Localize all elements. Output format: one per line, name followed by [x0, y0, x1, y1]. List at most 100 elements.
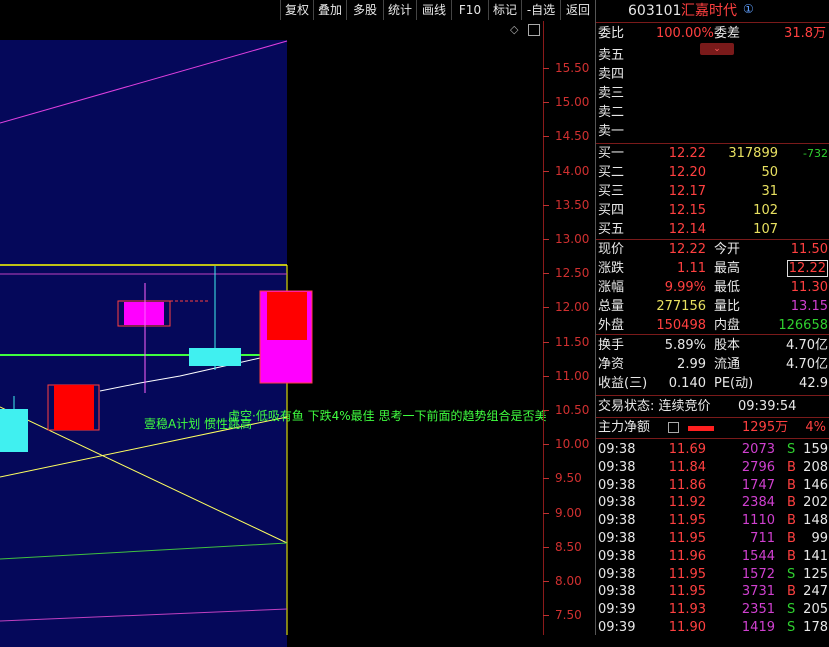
quote-value-2: 13.15 [790, 299, 828, 314]
tick-volume: 711 [750, 531, 775, 546]
tick-side: B [787, 459, 796, 475]
quote-row: 现价 12.22 今开 11.50 [596, 241, 829, 259]
tick-row: 09:38 11.95 3731 B 247 [596, 583, 829, 601]
buy-label: 买二 [598, 165, 625, 180]
tick-side: S [787, 602, 796, 618]
tick-row: 09:39 11.90 1419 S 178 [596, 619, 829, 637]
buy-volume: 107 [753, 222, 778, 237]
multi-stock-button[interactable]: 多股 [346, 0, 383, 20]
tick-price: 11.92 [668, 495, 706, 511]
candle-down-1 [0, 409, 28, 452]
buy-row[interactable]: 买五 12.14 107 [596, 221, 829, 239]
tick-side: B [787, 548, 796, 564]
tick-side: S [787, 566, 796, 582]
sell-row: 卖二 [596, 104, 829, 122]
price-tick-label: 7.50 [555, 608, 582, 623]
f10-button[interactable]: F10 [451, 0, 488, 20]
overlay-button[interactable]: 叠加 [313, 0, 346, 20]
tick-row: 09:38 11.96 1544 B 141 [596, 548, 829, 566]
price-tick-label: 12.50 [555, 266, 590, 281]
buy-price: 12.22 [668, 146, 706, 161]
quote-value: 12.22 [668, 242, 706, 257]
quote-panel: 603101 汇嘉时代 ① 委比 100.00% 委差 31.8万 ⌄ 交易状态… [595, 0, 829, 635]
main-flow-toggle-icon[interactable] [668, 422, 679, 433]
tick-price: 11.84 [668, 459, 706, 475]
fuquan-button[interactable]: 复权 [280, 0, 313, 20]
quote-label-2: 今开 [714, 242, 741, 257]
tick-row: 09:39 11.93 2351 S 205 [596, 601, 829, 619]
price-tick-mark [543, 102, 549, 104]
tick-time: 09:38 [598, 513, 636, 529]
quote-value-2: 11.30 [790, 280, 828, 295]
buy-row[interactable]: 买三 12.17 31 [596, 183, 829, 201]
buy-volume: 31 [761, 184, 778, 199]
tick-price: 11.96 [668, 548, 706, 564]
buy-row[interactable]: 买四 12.15 102 [596, 202, 829, 220]
tick-row: 09:38 11.95 1110 B 148 [596, 512, 829, 530]
tick-count: 125 [803, 566, 828, 582]
buy-row[interactable]: 买一 12.22 317899 -732 [596, 145, 829, 163]
price-tick-mark [543, 375, 549, 377]
buy-volume: 317899 [728, 146, 778, 161]
price-tick-mark [543, 410, 549, 411]
finance-row: 换手 5.89% 股本 4.70亿 [596, 337, 829, 355]
quote-label-2: 内盘 [714, 318, 741, 333]
price-tick-label: 15.00 [555, 95, 590, 110]
price-tick-label: 15.50 [555, 61, 590, 75]
main-flow-value: 1295万 [742, 420, 789, 435]
tick-price: 11.95 [668, 584, 706, 600]
price-tick-label: 8.00 [555, 574, 582, 588]
tick-price: 11.93 [668, 602, 706, 618]
price-tick-mark [543, 136, 549, 138]
price-tick-label: 9.50 [555, 471, 582, 486]
statistics-button[interactable]: 统计 [383, 0, 416, 20]
price-tick-label: 14.00 [555, 163, 590, 178]
tick-count: 178 [803, 620, 828, 635]
tick-side: B [787, 584, 796, 600]
tick-price: 11.69 [668, 442, 706, 457]
price-tick-label: 8.50 [555, 539, 582, 554]
weicha-value: 31.8万 [784, 26, 826, 41]
tick-time: 09:38 [598, 531, 636, 546]
price-tick-mark [543, 512, 549, 514]
sell-label: 卖一 [598, 124, 625, 139]
quote-row: 外盘 150498 内盘 126658 [596, 317, 829, 335]
buy-label: 买三 [598, 184, 625, 199]
tick-time: 09:39 [598, 620, 636, 635]
diamond-icon[interactable]: ◇ [510, 23, 518, 36]
back-button[interactable]: 返回 [560, 0, 595, 20]
price-tick-mark [543, 68, 549, 69]
tick-side: B [787, 513, 796, 529]
tick-time: 09:38 [598, 477, 636, 493]
tick-count: 208 [803, 459, 828, 475]
sell-label: 卖三 [598, 86, 625, 101]
tick-count: 202 [803, 495, 828, 511]
sell-label: 卖二 [598, 105, 625, 120]
tick-volume: 2073 [741, 442, 775, 457]
tick-row: 09:38 11.86 1747 B 146 [596, 477, 829, 495]
draw-line-button[interactable]: 画线 [416, 0, 451, 20]
tick-count: 148 [803, 513, 828, 529]
panel-toggle-icon[interactable] [528, 24, 540, 36]
quote-label-2: 量比 [714, 299, 741, 314]
mark-button[interactable]: 标记 [488, 0, 521, 20]
finance-value: 0.140 [668, 376, 706, 391]
kline-chart-svg [0, 40, 313, 635]
kline-chart[interactable]: 壹稳A计划 惯性跳高 虚空·低吸有鱼 下跌4%最佳 思考一下前面的趋势组合是否美… [0, 21, 546, 647]
quote-label-2: 最低 [714, 280, 741, 295]
tick-volume: 1747 [741, 477, 775, 493]
axis-line [543, 21, 544, 635]
sell-row: 卖四 [596, 66, 829, 84]
price-tick-label: 11.50 [555, 334, 590, 349]
quote-label: 涨幅 [598, 280, 625, 295]
candle-up-1 [54, 385, 94, 430]
buy-row[interactable]: 买二 12.20 50 [596, 164, 829, 182]
finance-value: 2.99 [677, 357, 706, 372]
price-tick-mark [543, 444, 549, 446]
remove-watchlist-button[interactable]: -自选 [521, 0, 560, 20]
tick-row: 09:38 11.92 2384 B 202 [596, 494, 829, 512]
tick-volume: 2796 [741, 459, 775, 475]
tick-time: 09:39 [598, 602, 636, 618]
buy-price: 12.17 [668, 184, 706, 199]
tick-count: 141 [803, 548, 828, 564]
